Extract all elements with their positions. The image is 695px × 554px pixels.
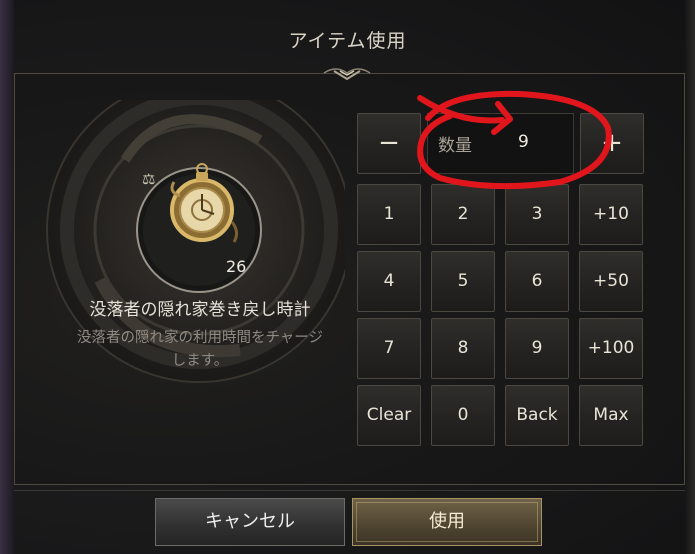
key-0[interactable]: 0 xyxy=(431,385,495,446)
footer-divider xyxy=(14,490,685,491)
left-edge-decoration xyxy=(0,0,14,554)
scale-icon: ⚖ xyxy=(142,170,156,188)
key-4[interactable]: 4 xyxy=(357,251,421,312)
cancel-button[interactable]: キャンセル xyxy=(155,498,345,546)
right-edge-decoration xyxy=(685,0,695,554)
key-max[interactable]: Max xyxy=(579,385,643,446)
key-plus-100[interactable]: +100 xyxy=(579,318,643,379)
key-7[interactable]: 7 xyxy=(357,318,421,379)
use-button[interactable]: 使用 xyxy=(352,498,542,546)
key-8[interactable]: 8 xyxy=(431,318,495,379)
dialog-title: アイテム使用 xyxy=(288,30,407,52)
item-count: 26 xyxy=(226,257,247,276)
key-5[interactable]: 5 xyxy=(431,251,495,312)
red-annotation-icon xyxy=(417,90,612,190)
key-6[interactable]: 6 xyxy=(505,251,569,312)
key-9[interactable]: 9 xyxy=(505,318,569,379)
frame-ornament-icon xyxy=(323,68,371,81)
item-name: 没落者の隠れ家巻き戻し時計 xyxy=(89,300,311,320)
item-description: 没落者の隠れ家の利用時間をチャージ します。 xyxy=(40,327,360,373)
key-clear[interactable]: Clear xyxy=(357,385,421,446)
item-description-line-1: 没落者の隠れ家の利用時間をチャージ xyxy=(76,330,324,346)
item-description-line-2: します。 xyxy=(171,353,229,369)
key-plus-50[interactable]: +50 xyxy=(579,251,643,312)
key-back[interactable]: Back xyxy=(505,385,569,446)
pocket-watch-icon xyxy=(170,163,239,243)
